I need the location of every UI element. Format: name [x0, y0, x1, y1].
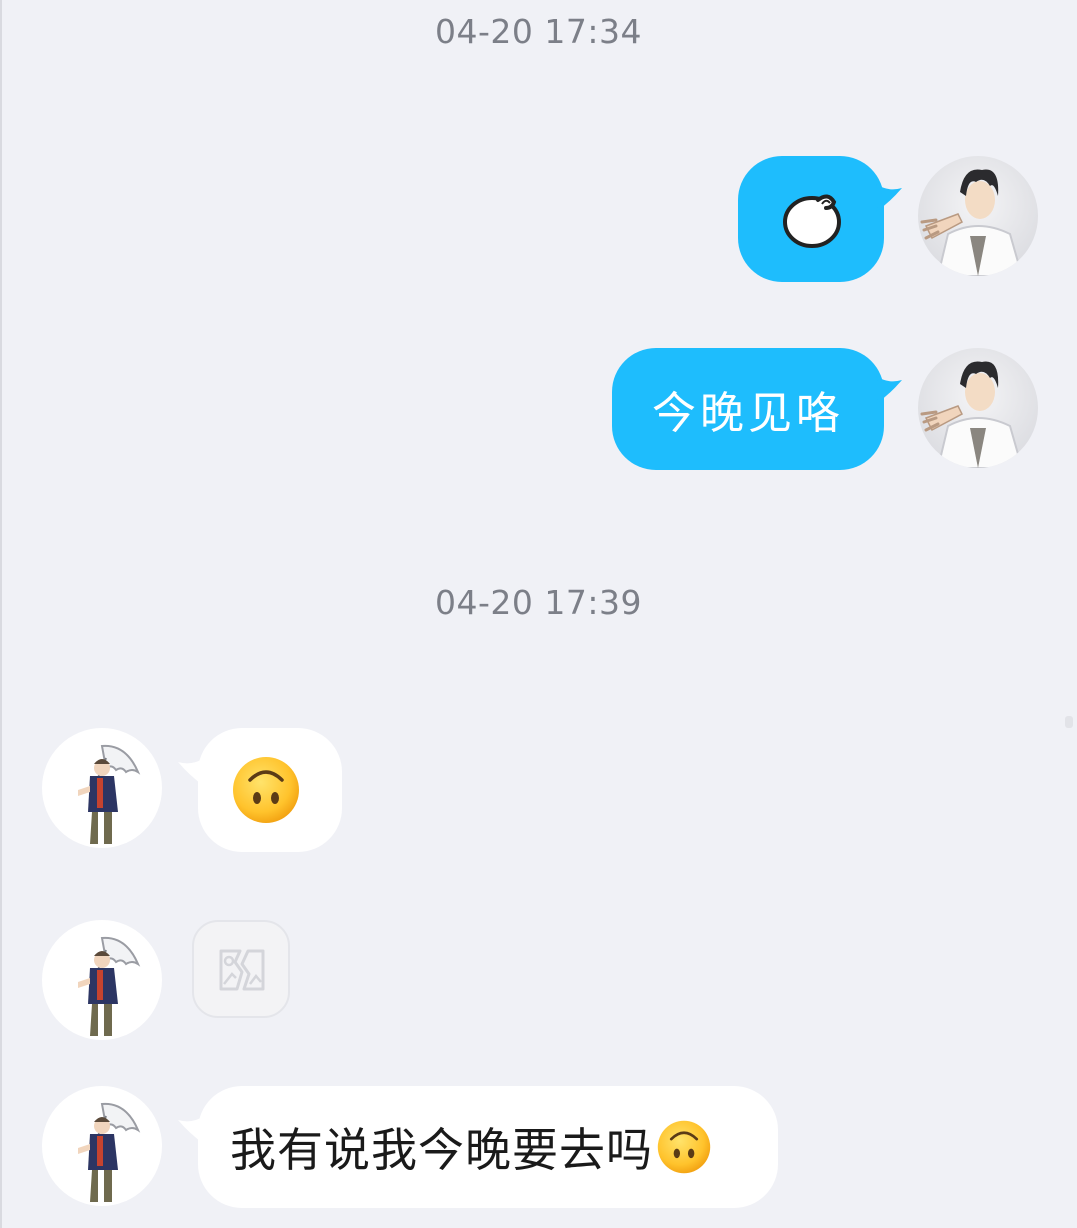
umbrella-character-avatar-icon	[42, 920, 162, 1040]
bubble-tail-icon	[178, 758, 204, 786]
bubble-tail-icon	[876, 184, 902, 212]
anime-scientist-avatar-icon	[918, 156, 1038, 276]
umbrella-character-avatar-icon	[42, 1086, 162, 1206]
bubble-tail-icon	[178, 1116, 204, 1144]
message-text: 我有说我今晚要去吗	[230, 1123, 653, 1177]
contact-avatar[interactable]	[42, 1086, 162, 1206]
message-content: 我有说我今晚要去吗	[230, 1086, 711, 1208]
outgoing-text-bubble[interactable]: 今晚见咯	[612, 348, 902, 470]
message-text: 今晚见咯	[652, 388, 844, 439]
outgoing-sticker-bubble[interactable]	[738, 156, 902, 282]
message-timestamp: 04-20 17:34	[435, 12, 642, 51]
contact-avatar[interactable]	[42, 920, 162, 1040]
contact-avatar[interactable]	[42, 728, 162, 848]
scrollbar-thumb[interactable]	[1065, 716, 1073, 728]
broken-image-icon	[219, 949, 265, 991]
upside-down-face-emoji-icon	[233, 757, 299, 823]
incoming-emoji-bubble[interactable]	[178, 728, 342, 852]
incoming-image-message[interactable]	[192, 920, 290, 1018]
my-avatar[interactable]	[918, 156, 1038, 276]
incoming-text-bubble[interactable]: 我有说我今晚要去吗	[178, 1086, 778, 1208]
my-avatar[interactable]	[918, 348, 1038, 468]
round-bun-sticker-icon	[783, 194, 841, 248]
umbrella-character-avatar-icon	[42, 728, 162, 848]
upside-down-face-emoji-icon	[657, 1120, 711, 1174]
anime-scientist-avatar-icon	[918, 348, 1038, 468]
message-timestamp: 04-20 17:39	[435, 583, 642, 622]
